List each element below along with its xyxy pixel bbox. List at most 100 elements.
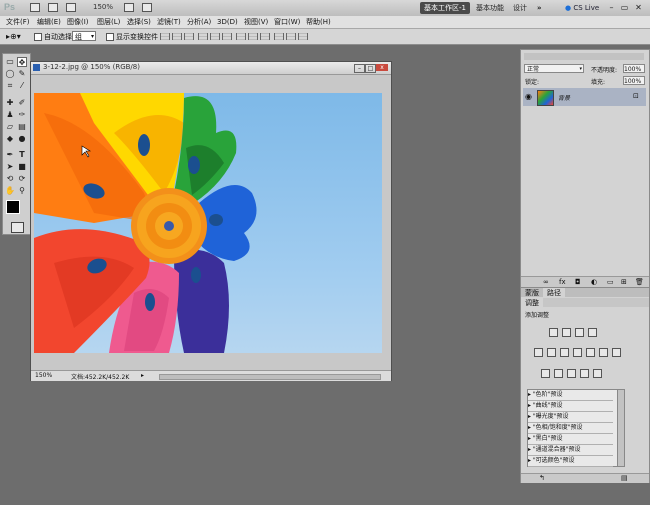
menu-file[interactable]: 文件(F) (6, 17, 30, 27)
pen-tool-icon[interactable]: ✒ (5, 150, 15, 160)
distribute-top-icon[interactable] (236, 33, 246, 40)
layers-panel-header[interactable] (524, 53, 644, 60)
add-mask-icon[interactable]: ◘ (575, 278, 581, 286)
link-layers-icon[interactable]: ∞ (543, 278, 549, 286)
type-tool-icon[interactable]: T (17, 150, 27, 160)
spot-healing-tool-icon[interactable]: ✚ (5, 98, 15, 108)
workspace-design-button[interactable]: 设计 (513, 2, 527, 14)
preset-item[interactable]: ▸ "色相/饱和度"预设 (528, 423, 613, 434)
close-icon[interactable]: ✕ (634, 3, 643, 12)
black-white-icon[interactable] (573, 348, 582, 357)
marquee-tool-icon[interactable]: ▭ (5, 57, 15, 67)
eyedropper-tool-icon[interactable]: ⁄ (17, 81, 27, 91)
move-tool-preset-icon[interactable]: ▸⊕▾ (6, 32, 21, 41)
quick-mask-icon[interactable] (11, 222, 24, 233)
dodge-tool-icon[interactable]: ● (17, 134, 27, 144)
brightness-icon[interactable] (549, 328, 558, 337)
lasso-tool-icon[interactable]: ◯ (5, 69, 15, 79)
menu-edit[interactable]: 编辑(E) (37, 17, 61, 27)
3d-orbit-tool-icon[interactable]: ⟳ (17, 174, 27, 184)
status-doc-info[interactable]: 文档:452.2K/452.2K (71, 372, 129, 381)
layer-row-background[interactable]: ◉ 背景 ⊡ (523, 88, 646, 106)
panel-options-icon[interactable]: ▤ (621, 474, 628, 482)
distribute-bottom-icon[interactable] (260, 33, 270, 40)
minimize-icon[interactable]: – (607, 3, 616, 12)
color-balance-icon[interactable] (560, 348, 569, 357)
blur-tool-icon[interactable]: ◆ (5, 134, 15, 144)
hue-saturation-icon[interactable] (547, 348, 556, 357)
gradient-fill-icon[interactable] (580, 369, 589, 378)
delete-layer-icon[interactable]: 🗑 (635, 278, 644, 286)
preset-item[interactable]: ▸ "通道混合器"预设 (528, 445, 613, 456)
blend-mode-dropdown[interactable]: 正常 ▾ (524, 64, 584, 73)
move-tool-icon[interactable]: ✥ (17, 57, 27, 67)
cs-live-button[interactable]: ● CS Live (565, 2, 599, 14)
opacity-field[interactable]: 100% (623, 64, 645, 73)
photo-filter-icon[interactable] (586, 348, 595, 357)
menu-3d[interactable]: 3D(D) (217, 17, 238, 27)
align-right-icon[interactable] (222, 33, 232, 40)
foreground-color-swatch[interactable] (6, 200, 20, 214)
align-bottom-icon[interactable] (184, 33, 194, 40)
new-group-icon[interactable]: ▭ (607, 278, 614, 286)
path-selection-tool-icon[interactable]: ➤ (5, 162, 15, 172)
gradient-tool-icon[interactable]: ▤ (17, 122, 27, 132)
align-vcenter-icon[interactable] (172, 33, 182, 40)
3d-rotate-tool-icon[interactable]: ⟲ (5, 174, 15, 184)
threshold-icon[interactable] (567, 369, 576, 378)
distribute-left-icon[interactable] (274, 33, 284, 40)
status-zoom[interactable]: 150% (35, 372, 52, 379)
arrange-documents-icon[interactable] (124, 3, 134, 12)
bridge-icon[interactable] (30, 3, 40, 12)
quick-select-tool-icon[interactable]: ✎ (17, 69, 27, 79)
brush-tool-icon[interactable]: ✐ (17, 98, 27, 108)
eye-icon[interactable]: ◉ (525, 92, 532, 101)
return-icon[interactable]: ↰ (539, 474, 545, 482)
more-workspaces-button[interactable]: » (537, 2, 542, 14)
menu-analysis[interactable]: 分析(A) (187, 17, 211, 27)
clone-stamp-tool-icon[interactable]: ♟ (5, 110, 15, 120)
distribute-vcenter-icon[interactable] (248, 33, 258, 40)
restore-icon[interactable]: ▭ (620, 3, 629, 12)
invert-icon[interactable] (541, 369, 550, 378)
menu-layer[interactable]: 图层(L) (97, 17, 120, 27)
doc-close-icon[interactable]: x (376, 64, 388, 71)
auto-select-checkbox[interactable]: 自动选择: (34, 32, 74, 42)
menu-select[interactable]: 选择(S) (127, 17, 151, 27)
menu-window[interactable]: 窗口(W) (274, 17, 300, 27)
doc-maximize-icon[interactable]: □ (365, 64, 376, 73)
history-brush-tool-icon[interactable]: ✑ (17, 110, 27, 120)
zoom-tool-icon[interactable]: ⚲ (17, 186, 27, 196)
posterize-icon[interactable] (554, 369, 563, 378)
tab-masks[interactable]: 蒙版 (521, 288, 543, 298)
rectangle-tool-icon[interactable]: ■ (17, 162, 27, 172)
gradient-map-icon[interactable] (612, 348, 621, 357)
layer-style-icon[interactable]: fx (559, 278, 566, 286)
doc-minimize-icon[interactable]: – (354, 64, 365, 73)
align-top-icon[interactable] (160, 33, 170, 40)
presets-scrollbar[interactable] (617, 389, 625, 467)
document-title-bar[interactable]: 3-12-2.jpg @ 150% (RGB/8) – □ x (31, 62, 391, 75)
align-hcenter-icon[interactable] (210, 33, 220, 40)
preset-item[interactable]: ▸ "曝光度"预设 (528, 412, 613, 423)
zoom-level-combo[interactable]: 150% (93, 2, 115, 13)
crop-tool-icon[interactable]: ⌗ (5, 81, 15, 91)
channel-mixer-icon[interactable] (599, 348, 608, 357)
adjustment-layer-icon[interactable]: ◐ (591, 278, 597, 286)
horizontal-scrollbar[interactable] (159, 374, 381, 380)
levels-icon[interactable] (562, 328, 571, 337)
vibrance-icon[interactable] (534, 348, 543, 357)
preset-item[interactable]: ▸ "曲线"预设 (528, 401, 613, 412)
distribute-hcenter-icon[interactable] (286, 33, 296, 40)
minibridge-icon[interactable] (48, 3, 58, 12)
fill-field[interactable]: 100% (623, 76, 645, 85)
curves-icon[interactable] (575, 328, 584, 337)
menu-filter[interactable]: 滤镜(T) (157, 17, 181, 27)
show-transform-checkbox[interactable]: 显示变换控件 (106, 32, 158, 42)
align-left-icon[interactable] (198, 33, 208, 40)
canvas-image[interactable] (34, 93, 382, 353)
workspace-basic-button[interactable]: 基本功能 (476, 2, 504, 14)
hand-tool-icon[interactable]: ✋ (5, 186, 15, 196)
exposure-icon[interactable] (588, 328, 597, 337)
eraser-tool-icon[interactable]: ▱ (5, 122, 15, 132)
